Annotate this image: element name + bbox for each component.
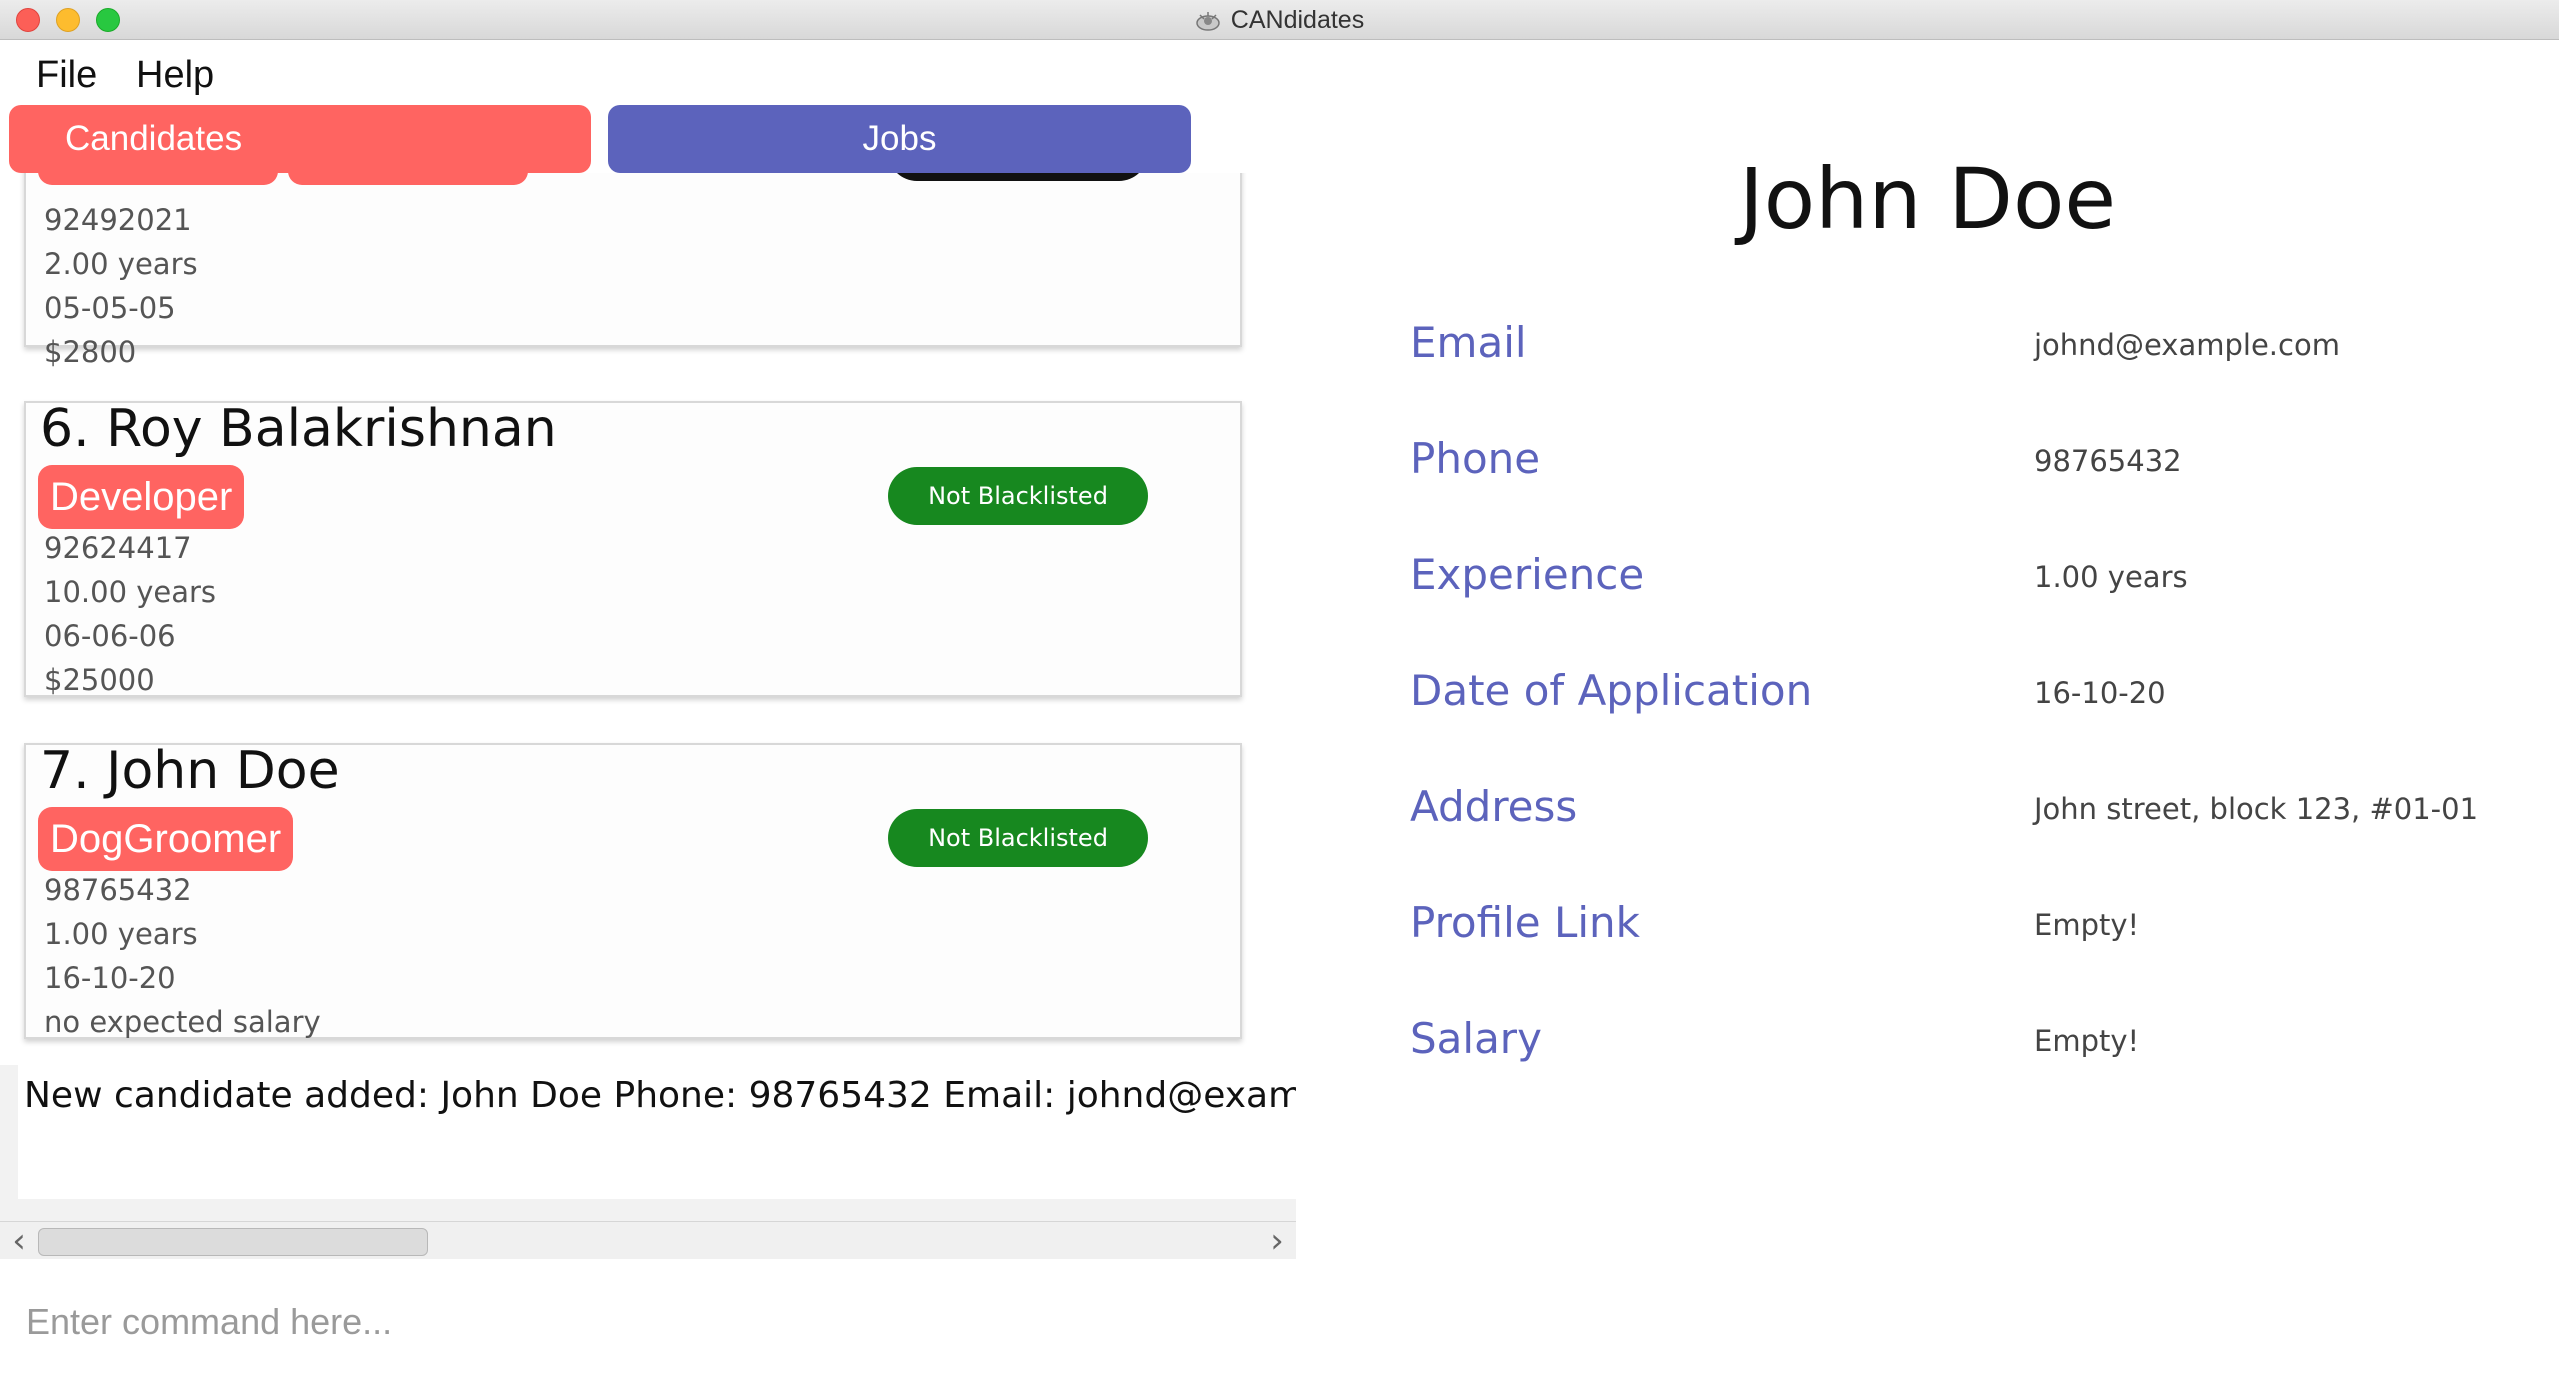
- window-title: CANdidates: [1230, 6, 1365, 34]
- result-horizontal-scrollbar[interactable]: ‹ ›: [0, 1221, 1296, 1260]
- detail-label-date: Date of Application: [1410, 666, 1813, 715]
- candidate-salary: no expected salary: [44, 1005, 321, 1039]
- menu-help[interactable]: Help: [136, 54, 214, 97]
- candidate-experience: 10.00 years: [44, 575, 217, 609]
- candidate-card[interactable]: 92492021 2.00 years 05-05-05 $2800: [24, 173, 1242, 369]
- candidate-detail-panel: John Doe Email johnd@example.com Phone 9…: [1296, 40, 2559, 1259]
- candidate-tag: Developer: [38, 465, 245, 529]
- detail-value-email: johnd@example.com: [2034, 328, 2340, 362]
- detail-candidate-name: John Doe: [1738, 150, 2117, 248]
- blacklist-status-badge: Not Blacklisted: [888, 809, 1148, 867]
- menu-bar: File Help: [0, 40, 1296, 104]
- detail-label-address: Address: [1410, 782, 1578, 831]
- candidate-salary: $2800: [44, 335, 137, 369]
- app-icon: [1196, 12, 1220, 31]
- detail-label-email: Email: [1410, 318, 1527, 367]
- candidate-card[interactable]: 6. Roy Balakrishnan Developer Not Blackl…: [24, 399, 1242, 697]
- tab-jobs[interactable]: Jobs: [608, 105, 1191, 173]
- scroll-left-arrow-icon[interactable]: ‹: [4, 1222, 34, 1260]
- command-box: [0, 1259, 2559, 1390]
- candidate-date: 06-06-06: [44, 619, 176, 653]
- blacklist-status-badge: Not Blacklisted: [888, 467, 1148, 525]
- candidate-experience: 1.00 years: [44, 917, 198, 951]
- candidate-phone: 92492021: [44, 203, 192, 237]
- scrollbar-thumb[interactable]: [38, 1228, 428, 1256]
- detail-label-profile-link: Profile Link: [1410, 898, 1640, 947]
- detail-label-experience: Experience: [1410, 550, 1645, 599]
- candidate-salary: $25000: [44, 663, 155, 697]
- candidate-date: 16-10-20: [44, 961, 176, 995]
- candidate-name: 7. John Doe: [40, 741, 340, 801]
- detail-value-date: 16-10-20: [2034, 676, 2166, 710]
- candidate-phone: 98765432: [44, 873, 192, 907]
- result-text-area[interactable]: New candidate added: John Doe Phone: 987…: [18, 1065, 1296, 1199]
- candidate-phone: 92624417: [44, 531, 192, 565]
- detail-label-salary: Salary: [1410, 1014, 1542, 1063]
- result-message: New candidate added: John Doe Phone: 987…: [24, 1075, 1296, 1116]
- result-display: New candidate added: John Doe Phone: 987…: [0, 1065, 1296, 1221]
- candidate-tag: DogGroomer: [38, 807, 294, 871]
- candidate-list[interactable]: 92492021 2.00 years 05-05-05 $2800 6. Ro…: [0, 173, 1296, 1065]
- detail-value-experience: 1.00 years: [2034, 560, 2188, 594]
- command-input[interactable]: [26, 1277, 1286, 1367]
- detail-value-salary: Empty!: [2034, 1024, 2140, 1058]
- detail-value-profile-link: Empty!: [2034, 908, 2140, 942]
- tag-partial: [38, 173, 278, 185]
- candidate-date: 05-05-05: [44, 291, 176, 325]
- tab-candidates[interactable]: Candidates: [9, 105, 591, 173]
- window-title-area: CANdidates: [0, 0, 2559, 40]
- title-bar: CANdidates: [0, 0, 2559, 40]
- scroll-right-arrow-icon[interactable]: ›: [1262, 1222, 1292, 1260]
- candidate-name: 6. Roy Balakrishnan: [40, 399, 557, 459]
- detail-label-phone: Phone: [1410, 434, 1541, 483]
- candidate-card[interactable]: 7. John Doe DogGroomer Not Blacklisted 9…: [24, 741, 1242, 1039]
- blacklist-badge-partial: [888, 173, 1148, 181]
- detail-value-address: John street, block 123, #01-01: [2034, 792, 2479, 826]
- candidate-experience: 2.00 years: [44, 247, 198, 281]
- tag-partial: [288, 173, 528, 185]
- detail-value-phone: 98765432: [2034, 444, 2182, 478]
- menu-file[interactable]: File: [36, 54, 97, 97]
